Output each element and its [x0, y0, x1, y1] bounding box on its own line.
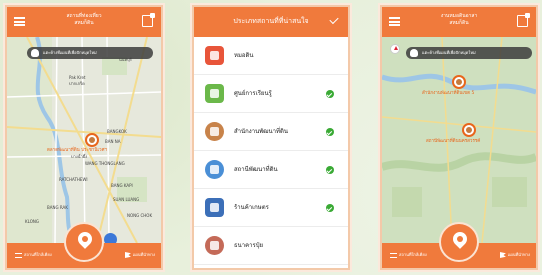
map-pin-icon: [450, 229, 470, 249]
list-icon: [15, 252, 22, 258]
hand-tap-icon: [410, 49, 418, 57]
top-bar: ประเภทสถานที่ที่น่าสนใจ: [194, 7, 348, 37]
hint-text: แตะค้างที่แผนที่เพื่อปักหมุดใหม่: [422, 50, 476, 55]
map-label: NONG CHOK: [127, 213, 153, 218]
screen-map-rural: งานหมอดินอาสา สหมก็ดิน สำนักงานพัฒนาที่ด…: [382, 7, 536, 268]
compass-icon[interactable]: [390, 44, 400, 54]
checked-icon: [326, 166, 334, 174]
filter-icon[interactable]: [142, 13, 155, 27]
navigate-button[interactable]: แผนที่นำทาง: [499, 251, 530, 259]
flag-icon: [124, 252, 131, 258]
hint-tooltip: แตะค้างที่แผนที่เพื่อปักหมุดใหม่: [27, 47, 153, 59]
station-pin-icon[interactable]: [462, 123, 476, 137]
hint-tooltip: แตะค้างที่แผนที่เพื่อปักหมุดใหม่: [406, 47, 532, 59]
category-item[interactable]: ธนาคารปุ๋ย: [194, 227, 348, 265]
learning-center-icon: [205, 84, 224, 103]
title-line-2: สหมก็ดิน: [449, 20, 469, 26]
navigate-label: แผนที่นำทาง: [132, 252, 155, 257]
category-item[interactable]: สถานีพัฒนาที่ดิน: [194, 151, 348, 189]
map-label: RATCHATHEWI: [59, 177, 88, 182]
map-label: BANG RAK: [47, 205, 68, 210]
nearby-button[interactable]: สถานที่ใกล้เคียง: [390, 251, 427, 259]
map-label: BANGKOK: [107, 129, 127, 134]
category-label: ธนาคารปุ๋ย: [234, 242, 264, 249]
title-line-1: สถานที่ท่องเที่ยว: [66, 13, 102, 19]
navigate-label: แผนที่นำทาง: [507, 252, 530, 257]
map-label: WANG THONGLANG: [85, 161, 125, 166]
category-label: ศูนย์การเรียนรู้: [234, 90, 272, 97]
category-item[interactable]: สำนักงานพัฒนาที่ดิน: [194, 113, 348, 151]
title-line-1: งานหมอดินอาสา: [440, 13, 478, 19]
map-label: Pak Kret: [69, 75, 86, 80]
location-pin-icon[interactable]: [85, 133, 99, 147]
poi-sub-label: บางน้ำผึ้ง: [71, 154, 88, 159]
category-label: สำนักงานพัฒนาที่ดิน: [234, 128, 288, 135]
map-view[interactable]: สำนักงานพัฒนาที่ดินเขต 5 สถานีพัฒนาที่ดิ…: [382, 37, 536, 243]
hand-tap-icon: [31, 49, 39, 57]
checked-icon: [326, 128, 334, 136]
nearby-button[interactable]: สถานที่ใกล้เคียง: [15, 251, 52, 259]
map-label: BAN NA: [105, 139, 121, 144]
map-pin-icon: [75, 229, 95, 249]
page-title: ประเภทสถานที่ที่น่าสนใจ: [233, 17, 309, 25]
screen-category-list: ประเภทสถานที่ที่น่าสนใจ หมอดิน ศูนย์การเ…: [194, 7, 348, 268]
soil-doctor-icon: [205, 46, 224, 65]
nearby-label: สถานที่ใกล้เคียง: [24, 252, 52, 257]
filter-icon[interactable]: [517, 13, 530, 27]
category-item[interactable]: ศูนย์การเรียนรู้: [194, 75, 348, 113]
top-bar: สถานที่ท่องเที่ยว สหมก็ดิน: [7, 7, 161, 37]
page-title: งานหมอดินอาสา สหมก็ดิน: [382, 13, 536, 27]
title-line-2: สหมก็ดิน: [74, 20, 94, 26]
map-label: BANG KAPI: [111, 183, 133, 188]
poi-label[interactable]: สำนักงานพัฒนาที่ดินเขต 5: [422, 91, 474, 97]
flag-icon: [499, 252, 506, 258]
office-pin-icon[interactable]: [452, 75, 466, 89]
pin-location-button[interactable]: [439, 222, 479, 262]
hint-text: แตะค้างที่แผนที่เพื่อปักหมุดใหม่: [43, 50, 97, 55]
category-label: สถานีพัฒนาที่ดิน: [234, 166, 278, 173]
category-item[interactable]: หมอดิน: [194, 37, 348, 75]
map-label: ปากเกร็ด: [69, 81, 85, 86]
map-view[interactable]: Pak Kret ปากเกร็ด นนทบุรี BANGKOK BAN NA…: [7, 37, 161, 243]
checked-icon: [326, 204, 334, 212]
poi-label[interactable]: สถานีพัฒนาที่ดินนครสวรรค์: [426, 139, 480, 145]
office-icon: [205, 122, 224, 141]
page-title: สถานที่ท่องเที่ยว สหมก็ดิน: [7, 13, 161, 27]
map-label: KLONG: [25, 219, 39, 224]
category-label: ร้านค้าเกษตร: [234, 204, 269, 211]
navigate-button[interactable]: แผนที่นำทาง: [124, 251, 155, 259]
checked-icon: [326, 90, 334, 98]
list-icon: [390, 252, 397, 258]
category-label: หมอดิน: [234, 52, 254, 59]
screen-map-bangkok: สถานที่ท่องเที่ยว สหมก็ดิน Pak Kret ปากเ…: [7, 7, 161, 268]
map-label: SUAN LUANG: [113, 197, 140, 202]
station-icon: [205, 160, 224, 179]
category-list: หมอดิน ศูนย์การเรียนรู้ สำนักงานพัฒนาที่…: [194, 37, 348, 265]
category-item[interactable]: ร้านค้าเกษตร: [194, 189, 348, 227]
top-bar: งานหมอดินอาสา สหมก็ดิน: [382, 7, 536, 37]
nearby-label: สถานที่ใกล้เคียง: [399, 252, 427, 257]
fertilizer-bank-icon: [205, 236, 224, 255]
shop-icon: [205, 198, 224, 217]
pin-location-button[interactable]: [64, 222, 104, 262]
